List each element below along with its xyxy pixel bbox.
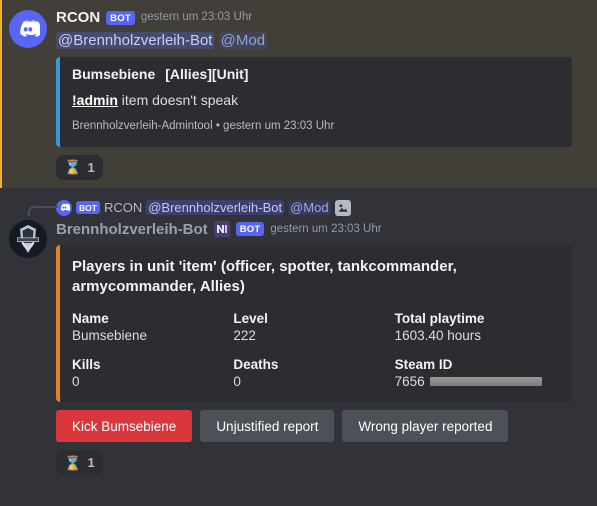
discord-logo-icon[interactable] xyxy=(9,10,47,48)
field-name: Name Bumsebiene xyxy=(72,311,233,343)
embed-unit-players: Players in unit 'item' (officer, spotter… xyxy=(56,245,572,402)
message-rcon-admin-report: RCON BOT gestern um 23:03 Uhr @Brennholz… xyxy=(0,0,597,188)
field-value-wrap: 7656 xyxy=(395,374,556,389)
embed-title: Players in unit 'item' (officer, spotter… xyxy=(72,258,457,295)
hourglass-icon: ⌛ xyxy=(64,159,82,175)
field-deaths: Deaths 0 xyxy=(233,357,394,389)
reaction-row: ⌛ 1 xyxy=(56,450,577,475)
custom-emoji-icon xyxy=(213,221,230,238)
field-label: Deaths xyxy=(233,357,279,372)
embed-footer: Brennholzverleih-Admintool • gestern um … xyxy=(72,119,335,132)
embed-fields-row-1: Name Bumsebiene Level 222 Total playtime… xyxy=(72,311,556,343)
reply-reference[interactable]: BOT RCON @Brennholzverleih-Bot @Mod xyxy=(56,198,577,218)
field-value: 1603.40 hours xyxy=(394,328,481,343)
reaction-hourglass[interactable]: ⌛ 1 xyxy=(56,450,103,475)
field-label: Level xyxy=(233,311,268,326)
message-body: RCON BOT gestern um 23:03 Uhr @Brennholz… xyxy=(56,8,585,180)
message-timestamp: gestern um 23:03 Uhr xyxy=(140,11,253,24)
field-value: Bumsebiene xyxy=(72,328,148,343)
reply-bot-badge: BOT xyxy=(76,201,100,214)
mention-role[interactable]: @Mod xyxy=(218,31,268,49)
embed-command[interactable]: !admin xyxy=(72,92,118,108)
message-header: RCON BOT gestern um 23:03 Uhr xyxy=(56,8,577,28)
bot-badge: BOT xyxy=(106,10,135,25)
message-content: @Brennholzverleih-Bot @Mod xyxy=(56,30,577,51)
message-brennholzverleih-bot-unit-players: BOT RCON @Brennholzverleih-Bot @Mod Bren… xyxy=(0,188,597,484)
reaction-hourglass[interactable]: ⌛ 1 xyxy=(56,154,103,180)
server-crest-icon[interactable] xyxy=(9,219,47,258)
field-label: Kills xyxy=(72,357,101,372)
message-header: Brennholzverleih-Bot BOT gestern um 23:0… xyxy=(56,220,577,240)
redaction-bar xyxy=(429,377,542,386)
embed-fields-row-2: Kills 0 Deaths 0 Steam ID 7656 xyxy=(72,357,556,389)
unjustified-report-button[interactable]: Unjustified report xyxy=(200,410,335,442)
message-action-buttons: Kick Bumsebiene Unjustified report Wrong… xyxy=(56,410,577,442)
mention-user[interactable]: @Brennholzverleih-Bot xyxy=(56,31,215,49)
discord-chat-view: RCON BOT gestern um 23:03 Uhr @Brennholz… xyxy=(0,0,597,506)
field-value: 7656 xyxy=(394,374,425,389)
embed-description-text: item doesn't speak xyxy=(121,91,239,108)
embed-heading-row: Bumsebiene [Allies][Unit] xyxy=(72,66,556,82)
kick-player-button[interactable]: Kick Bumsebiene xyxy=(56,410,193,442)
discord-logo-icon xyxy=(56,199,72,216)
embed-player-name: Bumsebiene xyxy=(72,65,156,82)
reaction-row: ⌛ 1 xyxy=(56,154,577,180)
embed-description: !admin item doesn't speak xyxy=(72,90,556,110)
embed-player-tags: [Allies][Unit] xyxy=(165,65,249,82)
image-attachment-icon[interactable] xyxy=(334,199,351,216)
message-timestamp: gestern um 23:03 Uhr xyxy=(270,222,382,235)
avatar-column xyxy=(0,198,56,476)
field-total-playtime: Total playtime 1603.40 hours xyxy=(395,311,556,343)
reply-mention-role[interactable]: @Mod xyxy=(288,200,331,215)
reply-spine xyxy=(28,205,58,216)
field-value: 222 xyxy=(233,328,256,343)
reaction-count: 1 xyxy=(87,455,95,470)
field-label: Name xyxy=(72,311,109,326)
wrong-player-reported-button[interactable]: Wrong player reported xyxy=(342,410,509,442)
hourglass-icon: ⌛ xyxy=(64,454,82,471)
reaction-count: 1 xyxy=(87,159,95,175)
field-value: 0 xyxy=(233,374,241,389)
bot-badge: BOT xyxy=(235,222,265,237)
avatar-column xyxy=(0,8,56,180)
field-level: Level 222 xyxy=(233,311,394,343)
field-steam-id: Steam ID 7656 xyxy=(395,357,556,389)
message-body: BOT RCON @Brennholzverleih-Bot @Mod Bren… xyxy=(56,198,585,475)
field-label: Total playtime xyxy=(394,311,485,326)
message-author[interactable]: RCON xyxy=(56,8,100,28)
message-author[interactable]: Brennholzverleih-Bot xyxy=(56,220,208,240)
field-label: Steam ID xyxy=(394,357,453,372)
reply-author[interactable]: RCON xyxy=(104,200,142,215)
field-kills: Kills 0 xyxy=(72,357,233,389)
embed-admin-report: Bumsebiene [Allies][Unit] !admin item do… xyxy=(56,56,572,147)
reply-mention-user[interactable]: @Brennholzverleih-Bot xyxy=(146,200,285,215)
field-value: 0 xyxy=(72,374,80,389)
